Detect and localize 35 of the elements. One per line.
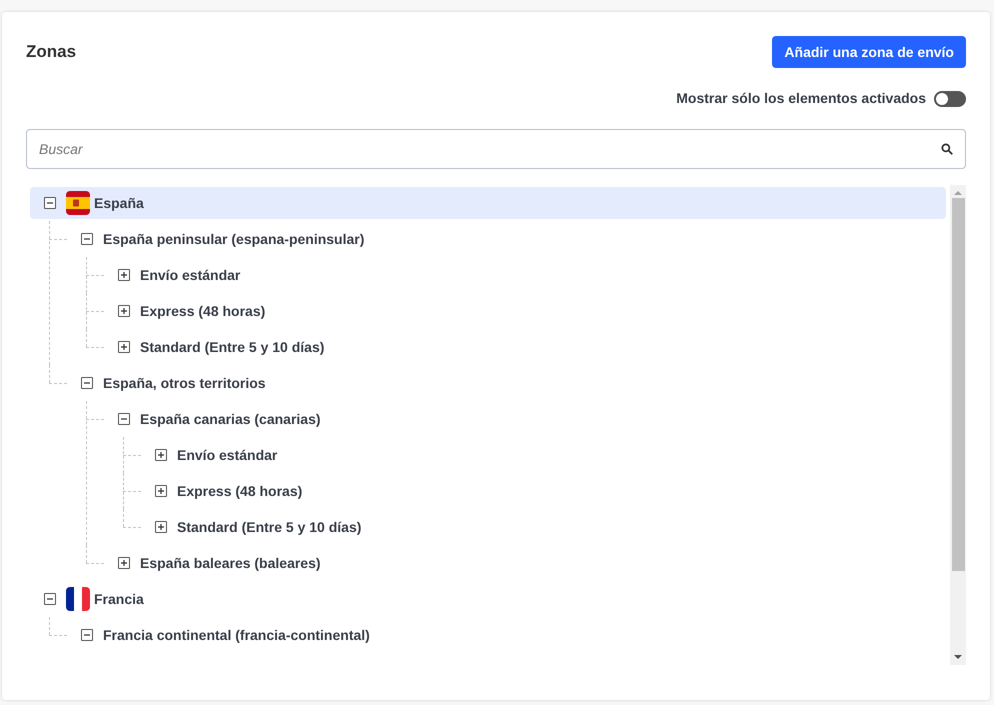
tree-label: Express (48 horas) xyxy=(177,482,302,501)
tree-row[interactable]: Express (48 horas) xyxy=(30,475,946,507)
tree-row[interactable]: España peninsular (espana-peninsular) xyxy=(30,223,946,255)
tree-label: España, otros territorios xyxy=(103,374,266,393)
tree-row[interactable]: España baleares (baleares) xyxy=(30,547,946,579)
tree-row[interactable]: Francia continental (francia-continental) xyxy=(30,619,946,651)
tree-row[interactable]: Francia xyxy=(30,583,946,615)
search-field[interactable]: Buscar xyxy=(26,129,966,169)
tree-label: España canarias (canarias) xyxy=(140,410,321,429)
scrollbar[interactable] xyxy=(950,185,966,665)
tree-label: Standard (Entre 5 y 10 días) xyxy=(140,338,324,357)
tree-row[interactable]: España, otros territorios xyxy=(30,367,946,399)
tree-row[interactable]: Envío estándar xyxy=(30,439,946,471)
tree-row[interactable]: Envío estándar xyxy=(30,259,946,291)
tree-row[interactable]: Express (48 horas) xyxy=(30,295,946,327)
tree-label: España peninsular (espana-peninsular) xyxy=(103,230,364,249)
search-icon[interactable] xyxy=(940,142,954,156)
tree-row[interactable]: Standard (Entre 5 y 10 días) xyxy=(30,511,946,543)
tree-label: Standard (Entre 5 y 10 días) xyxy=(177,518,362,537)
tree-label: España baleares (baleares) xyxy=(140,554,321,573)
filter-label: Mostrar sólo los elementos activados xyxy=(676,89,926,108)
tree-row[interactable]: España canarias (canarias) xyxy=(30,403,946,435)
add-zone-button[interactable]: Añadir una zona de envío xyxy=(772,36,966,68)
flag-icon xyxy=(66,191,90,215)
tree-label: Francia continental (francia-continental) xyxy=(103,626,370,645)
active-only-toggle[interactable] xyxy=(934,90,966,106)
tree-label: España xyxy=(94,194,144,213)
tree-label: Francia xyxy=(94,590,144,608)
tree-row[interactable]: Standard (Entre 5 y 10 días) xyxy=(30,331,946,363)
page-title: Zonas xyxy=(26,41,76,64)
tree-row[interactable]: España xyxy=(30,187,946,219)
flag-icon xyxy=(66,587,90,611)
tree-label: Envío estándar xyxy=(140,266,240,284)
tree-label: Express (48 horas) xyxy=(140,302,266,321)
tree-label: Envío estándar xyxy=(177,446,278,464)
